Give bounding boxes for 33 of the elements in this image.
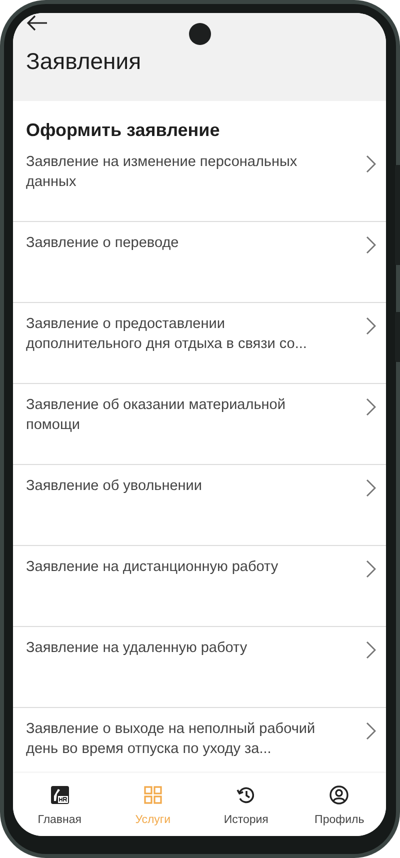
chevron-right-icon [366, 641, 376, 659]
chevron-right-icon [366, 479, 376, 497]
nav-tab[interactable]: История [200, 773, 293, 836]
application-item[interactable]: Заявление о переводе [13, 222, 386, 303]
nav-tab[interactable]: Профиль [292, 773, 386, 836]
application-item[interactable]: Заявление об оказании материальной помощи [13, 384, 386, 465]
item-label: Заявление о предоставлении дополнительного дня отдыха в связи со... [26, 315, 308, 354]
item-label: Заявление об увольнении [26, 477, 202, 496]
application-item[interactable]: Заявление на удаленную работу [13, 627, 386, 708]
chevron-right-icon [366, 398, 376, 416]
application-item[interactable]: Заявление на дистанционную работу [13, 546, 386, 627]
profile-icon [329, 785, 350, 805]
application-item[interactable]: Заявление о предоставлении дополнительного дня отдыха в связи со... [13, 303, 386, 384]
item-label: Заявление на дистанционную работу [26, 558, 278, 577]
hr-icon [50, 785, 70, 805]
chevron-right-icon [366, 560, 376, 578]
nav-tab[interactable]: Главная [13, 773, 106, 836]
chevron-right-icon [366, 236, 376, 254]
item-label: Заявление на удаленную работу [26, 639, 248, 658]
chevron-right-icon [366, 317, 376, 335]
item-label: Заявление о переводе [26, 234, 179, 253]
item-label: Заявление на изменение персональных данных [26, 153, 298, 192]
item-label: Заявление о выходе на неполный рабочий день во время отпуска по уходу за... [26, 720, 316, 759]
history-icon [236, 785, 256, 805]
back-arrow-icon[interactable] [26, 15, 48, 31]
item-label: Заявление об оказании материальной помощи [26, 396, 286, 435]
page-title: Заявления [26, 48, 142, 75]
grid-icon [142, 785, 163, 805]
chevron-right-icon [366, 722, 376, 740]
application-item[interactable]: Заявление об увольнении [13, 465, 386, 546]
chevron-right-icon [366, 155, 376, 173]
section-title: Оформить заявление [26, 120, 220, 141]
application-item[interactable]: Заявление на изменение персональных данных [13, 141, 386, 222]
